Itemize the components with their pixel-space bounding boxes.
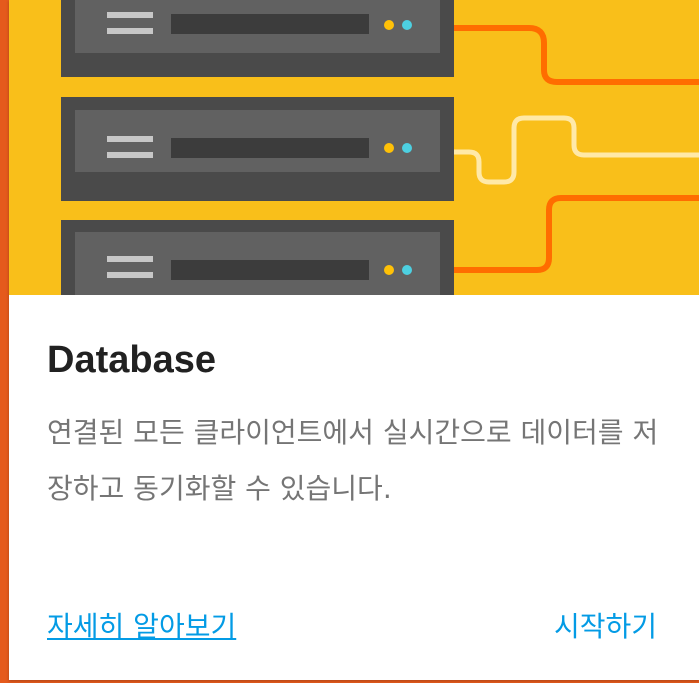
card-content: Database 연결된 모든 클라이언트에서 실시간으로 데이터를 저장하고 …	[9, 295, 699, 680]
server-unit-1	[61, 0, 454, 77]
learn-more-link[interactable]: 자세히 알아보기	[47, 605, 236, 645]
hero-illustration	[9, 0, 699, 295]
server-unit-2	[61, 97, 454, 201]
server-unit-3	[61, 220, 454, 295]
database-card: Database 연결된 모든 클라이언트에서 실시간으로 데이터를 저장하고 …	[9, 0, 699, 680]
card-description: 연결된 모든 클라이언트에서 실시간으로 데이터를 저장하고 동기화할 수 있습…	[47, 416, 659, 505]
server-rack-illustration	[61, 0, 699, 295]
get-started-button[interactable]: 시작하기	[554, 605, 657, 645]
card-title: Database	[47, 339, 216, 381]
